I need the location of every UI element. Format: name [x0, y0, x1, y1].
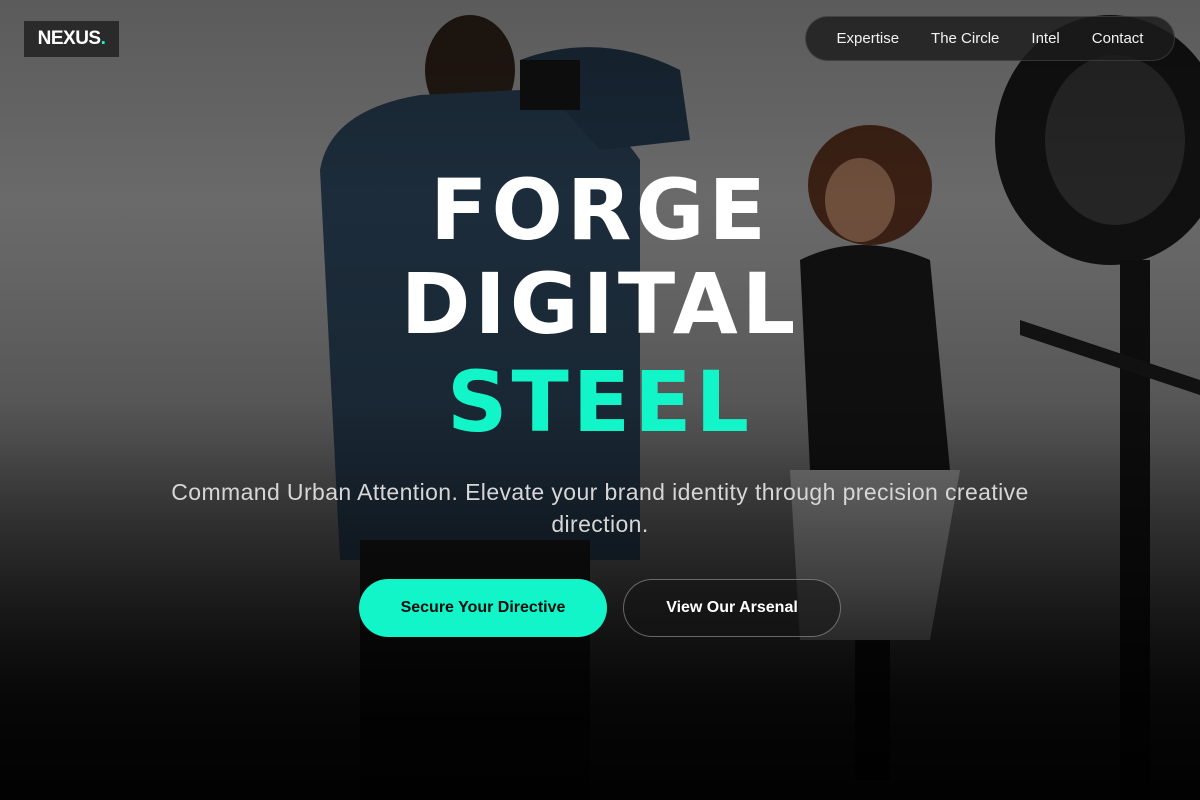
- secondary-button-label: View Our Arsenal: [666, 599, 798, 616]
- brand-dot: .: [100, 28, 106, 49]
- main-navigation: Expertise The Circle Intel Contact: [805, 16, 1175, 61]
- view-our-arsenal-button[interactable]: View Our Arsenal: [623, 579, 841, 637]
- nav-item-the-circle[interactable]: The Circle: [931, 30, 999, 47]
- hero-subtitle: Command Urban Attention. Elevate your br…: [171, 479, 1029, 537]
- brand-name: NEXUS: [37, 28, 101, 49]
- hero-headline-line-3: STEEL: [446, 353, 754, 451]
- nav-item-intel[interactable]: Intel: [1031, 30, 1059, 47]
- hero-headline-line-2: DIGITAL: [400, 255, 800, 353]
- nav-item-contact[interactable]: Contact: [1092, 30, 1144, 47]
- primary-button-label: Secure Your Directive: [400, 599, 566, 616]
- hero-headline-line-1: FORGE: [430, 161, 770, 259]
- brand-logo[interactable]: NEXUS.: [24, 21, 119, 57]
- nav-item-expertise[interactable]: Expertise: [837, 30, 900, 47]
- secure-your-directive-button[interactable]: Secure Your Directive: [359, 579, 607, 637]
